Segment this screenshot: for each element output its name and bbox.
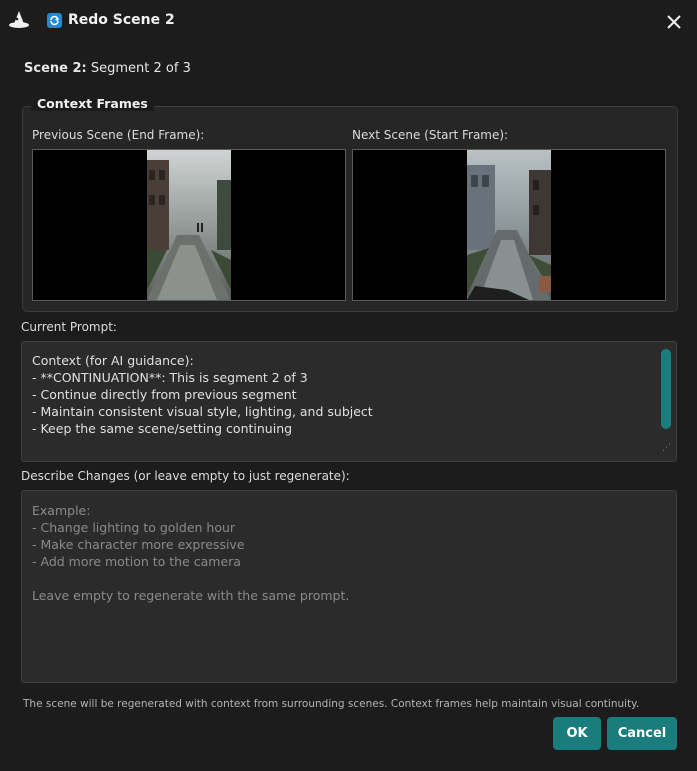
prompt-scrollbar[interactable] [661,349,671,429]
previous-frame-thumbnail [147,150,231,300]
scene-label: Scene 2: [24,61,87,76]
redo-icon [47,13,62,28]
context-frames-title: Context Frames [31,96,154,111]
previous-frame-image [32,149,346,301]
current-prompt-label: Current Prompt: [21,320,117,334]
scene-segment: Segment 2 of 3 [90,61,191,76]
current-prompt-text: Context (for AI guidance): - **CONTINUAT… [32,353,373,436]
window-title: Redo Scene 2 [68,12,175,28]
cancel-button[interactable]: Cancel [607,717,677,750]
changes-placeholder: Example: - Change lighting to golden hou… [32,503,350,603]
resize-grip-icon[interactable]: ⋰ [662,440,671,457]
current-prompt-textarea[interactable]: Context (for AI guidance): - **CONTINUAT… [21,341,677,462]
close-icon[interactable] [662,10,686,34]
previous-frame-label: Previous Scene (End Frame): [32,128,205,142]
title-bar: Redo Scene 2 [0,0,697,42]
scene-heading: Scene 2: Segment 2 of 3 [24,61,191,76]
footer-note: The scene will be regenerated with conte… [23,698,640,710]
next-frame-image [352,149,666,301]
next-frame-thumbnail [467,150,551,300]
ok-button[interactable]: OK [553,717,601,750]
wizard-hat-icon [9,11,29,28]
next-frame-label: Next Scene (Start Frame): [352,128,509,142]
changes-label: Describe Changes (or leave empty to just… [21,469,350,483]
changes-textarea[interactable]: Example: - Change lighting to golden hou… [21,490,677,683]
